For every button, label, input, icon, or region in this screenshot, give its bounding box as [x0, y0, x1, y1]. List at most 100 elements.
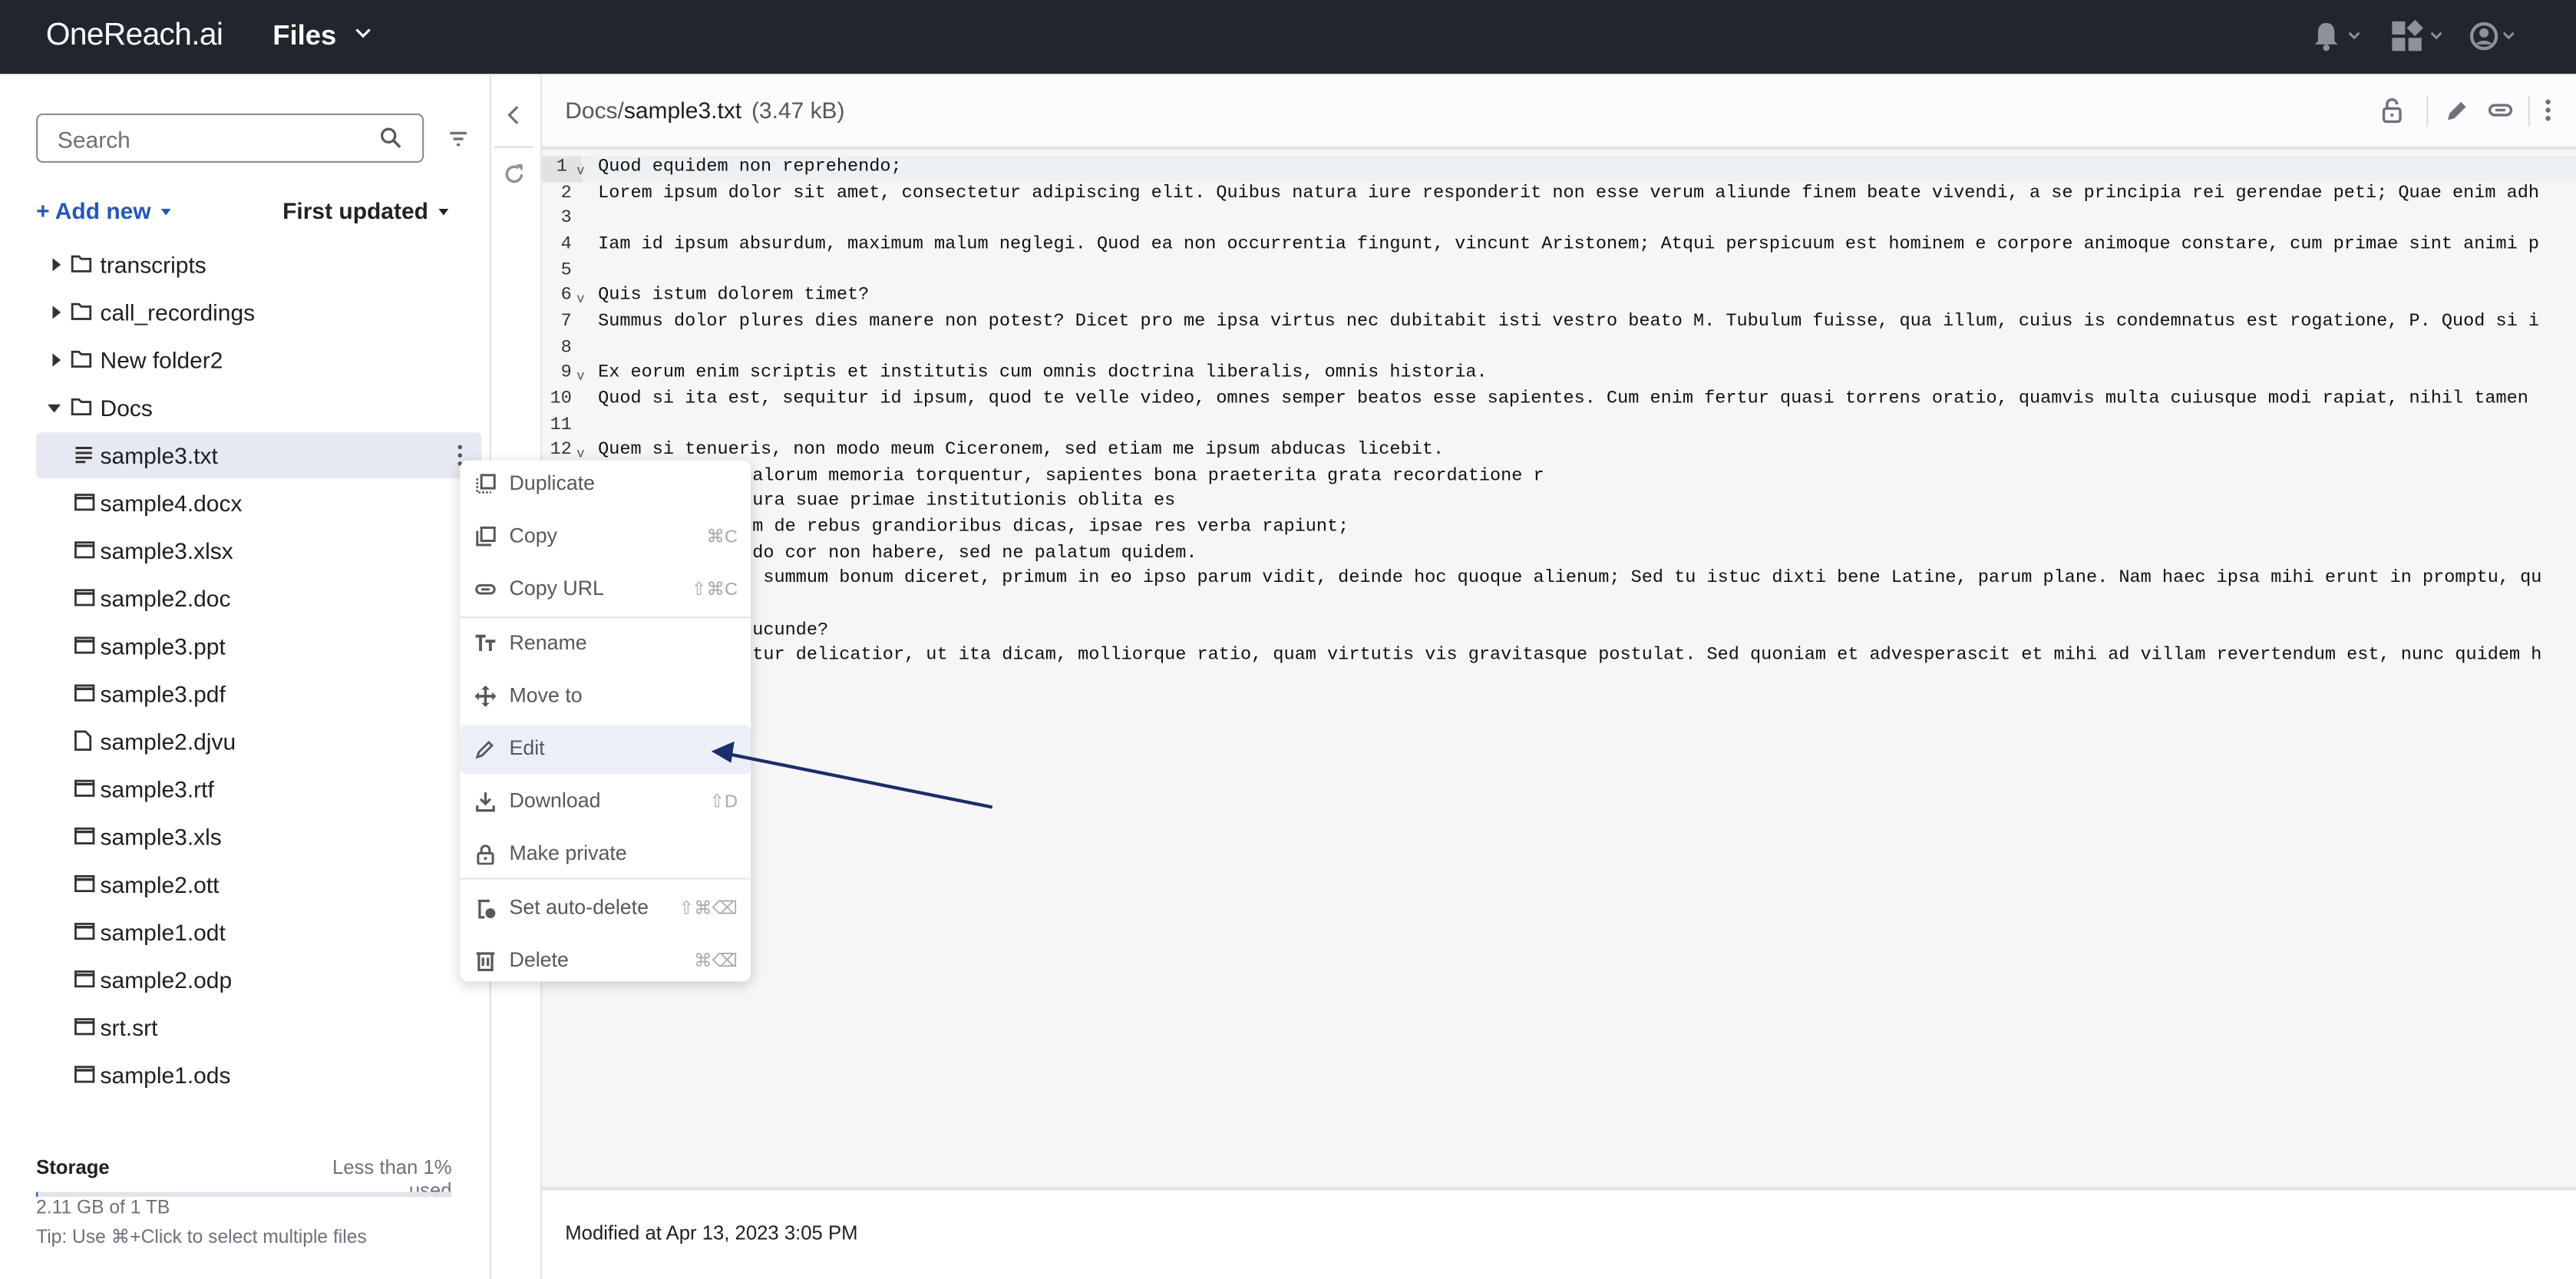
tree-item-sample2-djvu[interactable]: sample2.djvu [36, 719, 481, 765]
editor-line: 18 [542, 593, 2576, 619]
search-input[interactable] [54, 124, 373, 155]
files-app: OneReach.ai Files + Add new First update… [0, 0, 2576, 1279]
tree-item-new-folder2[interactable]: New folder2 [36, 337, 481, 383]
refresh-icon[interactable] [503, 163, 526, 186]
menu-item-label: Rename [509, 631, 587, 655]
breadcrumb-folder[interactable]: Docs/ [565, 97, 624, 123]
caret-down-icon[interactable] [48, 403, 61, 413]
chevron-down-icon[interactable] [355, 25, 371, 41]
search-box[interactable] [36, 113, 424, 163]
app-title[interactable]: Files [272, 20, 336, 53]
editor-line: 3 [542, 207, 2576, 233]
tree-item-transcripts[interactable]: transcripts [36, 242, 481, 288]
menu-item-set-auto-delete[interactable]: Set auto-delete ⇧⌘⌫ [460, 884, 751, 934]
tree-item-label: sample3.txt [100, 442, 218, 469]
file-icon [74, 636, 95, 655]
menu-item-rename[interactable]: Rename [460, 620, 751, 669]
menu-item-edit[interactable]: Edit [460, 725, 751, 775]
tree-item-sample2-doc[interactable]: sample2.doc [36, 575, 481, 621]
copy-icon [475, 526, 497, 547]
text-file-icon [74, 445, 94, 464]
modified-timestamp: Modified at Apr 13, 2023 3:05 PM [565, 1221, 858, 1245]
editor-line: 17 summum bonum diceret, primum in eo ip… [542, 568, 2576, 593]
tree-item-sample2-odp[interactable]: sample2.odp [36, 957, 481, 1003]
shortcut-hint: ⌘C [706, 527, 738, 548]
line-text: ura suae primae institutionis oblita es [752, 492, 1176, 512]
editor-line: 1 v Quod equidem non reprehendo; [542, 156, 2576, 182]
file-icon [74, 684, 95, 702]
line-number: 11 [550, 415, 572, 435]
more-vertical-icon[interactable] [2543, 97, 2553, 123]
lock-open-icon[interactable] [2380, 97, 2403, 124]
chevron-left-icon[interactable] [506, 104, 522, 127]
tree-item-sample3-xlsx[interactable]: sample3.xlsx [36, 527, 481, 573]
tree-item-label: sample2.doc [100, 585, 231, 612]
tree-item-label: sample1.odt [100, 919, 226, 946]
line-text: m de rebus grandioribus dicas, ipsae res… [752, 517, 1349, 538]
shortcut-hint: ⇧D [709, 792, 738, 812]
line-text: alorum memoria torquentur, sapientes bon… [752, 466, 1544, 487]
line-text: Quod equidem non reprehendo; [598, 157, 902, 178]
file-icon [74, 827, 95, 845]
tree-item-label: sample4.docx [100, 490, 243, 517]
pencil-icon[interactable] [2445, 97, 2468, 123]
tree-item-sample1-ods[interactable]: sample1.ods [36, 1052, 481, 1098]
caret-right-icon[interactable] [51, 353, 61, 367]
storage-title: Storage [36, 1155, 110, 1179]
editor-line: 11 [542, 414, 2576, 439]
document-icon [74, 730, 92, 752]
menu-item-download[interactable]: Download ⇧D [460, 778, 751, 827]
tree-item-label: New folder2 [100, 346, 223, 374]
search-icon[interactable] [379, 127, 402, 150]
add-new-button[interactable]: + Add new [36, 197, 171, 223]
menu-item-duplicate[interactable]: Duplicate [460, 461, 751, 510]
sidebar: + Add new First updated transcripts call_… [0, 74, 491, 1279]
menu-item-make-private[interactable]: Make private [460, 830, 751, 879]
tree-item-call-recordings[interactable]: call_recordings [36, 289, 481, 335]
tree-item-sample3-rtf[interactable]: sample3.rtf [36, 766, 481, 812]
auto-delete-icon [475, 897, 497, 919]
menu-item-copy-url[interactable]: Copy URL ⇧⌘C [460, 566, 751, 615]
text-editor[interactable]: 1 v Quod equidem non reprehendo; 2 Lorem ips… [542, 149, 2576, 1188]
storage-progress-bar [36, 1191, 452, 1197]
tree-item-sample3-txt[interactable]: sample3.txt [36, 432, 482, 479]
menu-item-copy[interactable]: Copy ⌘C [460, 513, 751, 562]
tree-item-docs[interactable]: Docs [36, 385, 481, 431]
editor-line: 16do cor non habere, sed ne palatum quid… [542, 542, 2576, 567]
link-icon[interactable] [2487, 97, 2513, 123]
tree-item-sample4-docx[interactable]: sample4.docx [36, 480, 481, 526]
apps-icon[interactable] [2392, 19, 2448, 53]
logo[interactable]: OneReach.ai [46, 18, 223, 55]
tree-item-sample1-odt[interactable]: sample1.odt [36, 909, 481, 955]
menu-item-label: Move to [509, 683, 583, 707]
tree-item-label: sample3.pdf [100, 680, 226, 707]
divider [2426, 95, 2429, 127]
editor-line: 4 Iam id ipsum absurdum, maximum malum ne… [542, 233, 2576, 259]
menu-item-move-to[interactable]: Move to [460, 673, 751, 722]
line-number: 6 [560, 286, 572, 306]
line-number: 5 [560, 260, 572, 281]
tree-item-sample3-pdf[interactable]: sample3.pdf [36, 671, 481, 717]
filter-icon[interactable] [448, 130, 468, 150]
line-number: 10 [550, 389, 572, 409]
sort-dropdown[interactable]: First updated [282, 197, 448, 223]
editor-line: 5 [542, 259, 2576, 284]
file-icon [74, 874, 95, 893]
bell-icon[interactable] [2310, 20, 2366, 53]
editor-line: 7 Summus dolor plures dies manere non pot… [542, 310, 2576, 335]
context-menu: Duplicate Copy ⌘C Copy URL ⇧⌘C Rename Move to E… [460, 460, 751, 982]
tree-item-sample3-xls[interactable]: sample3.xls [36, 814, 481, 860]
caret-right-icon[interactable] [51, 258, 61, 272]
tree-item-label: sample3.rtf [100, 775, 214, 803]
tree-item-srt-srt[interactable]: srt.srt [36, 1004, 481, 1050]
account-icon[interactable] [2469, 20, 2525, 53]
line-text: Quis istum dolorem timet? [598, 286, 870, 306]
move-icon [474, 685, 497, 707]
menu-item-delete[interactable]: Delete ⌘⌫ [460, 937, 751, 987]
tree-item-sample2-ott[interactable]: sample2.ott [36, 861, 481, 907]
tree-item-sample3-ppt[interactable]: sample3.ppt [36, 623, 481, 669]
editor-line: 13alorum memoria torquentur, sapientes b… [542, 465, 2576, 491]
storage-progress-fill [36, 1191, 38, 1197]
tree-item-label: call_recordings [100, 299, 256, 326]
caret-right-icon[interactable] [51, 306, 61, 319]
